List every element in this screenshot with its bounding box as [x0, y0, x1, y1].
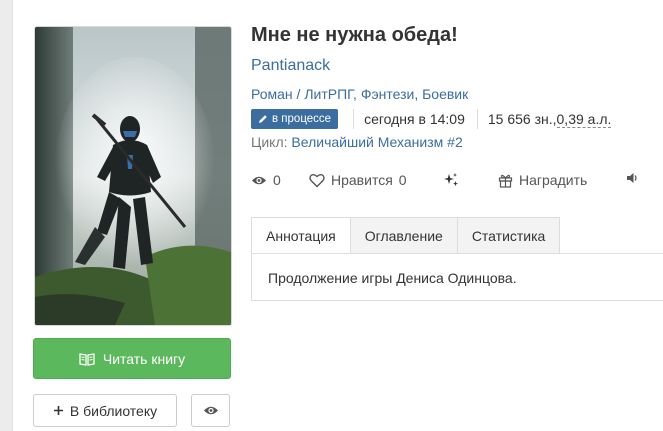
size-chars: 15 656 зн.,	[487, 111, 557, 127]
cycle-link[interactable]: Величайший Механизм	[291, 134, 443, 150]
add-to-library-label: В библиотеку	[69, 402, 158, 419]
like-button[interactable]: Нравится 0	[309, 172, 407, 188]
annotation-text: Продолжение игры Дениса Одинцова.	[268, 270, 517, 286]
open-book-icon	[79, 352, 95, 366]
tab-bar: Аннотация Оглавление Статистика	[251, 217, 561, 254]
info-tabs: Аннотация Оглавление Статистика Продолже…	[251, 217, 663, 301]
author-link[interactable]: Pantianack	[251, 57, 330, 75]
divider	[476, 109, 478, 129]
like-label: Нравится	[331, 172, 393, 188]
status-text: в процессе	[272, 113, 332, 125]
plus-icon	[53, 406, 63, 415]
status-badge: в процессе	[251, 109, 339, 129]
reward-button[interactable]: Наградить	[498, 172, 587, 188]
audio-button[interactable]	[626, 172, 639, 184]
add-to-library-button[interactable]: В библиотеку	[33, 394, 177, 427]
sparkle-button[interactable]	[443, 172, 459, 188]
cycle-label: Цикл:	[251, 134, 288, 150]
divider	[353, 109, 355, 129]
tab-statistics[interactable]: Статистика	[457, 217, 561, 254]
genre-list: Роман / ЛитРПГ, Фэнтези, Боевик	[251, 86, 468, 102]
like-count: 0	[398, 172, 407, 188]
reward-label: Наградить	[519, 172, 588, 188]
eye-icon	[203, 406, 218, 415]
action-bar: 0 Нравится 0 Наградить	[251, 172, 661, 192]
cover-image	[35, 27, 231, 325]
genre-separator: ,	[353, 86, 361, 102]
genre-link[interactable]: Боевик	[422, 86, 468, 102]
book-title: Мне не нужна обеда!	[251, 24, 458, 46]
genre-separator: ,	[414, 86, 423, 102]
pencil-icon	[259, 115, 267, 123]
genre-link[interactable]: ЛитРПГ	[304, 86, 353, 102]
views-count: 0	[273, 172, 281, 188]
book-meta: в процессе сегодня в 14:09 15 656 зн., 0…	[251, 108, 612, 130]
genre-separator: /	[292, 86, 305, 102]
cycle-info: Цикл: Величайший Механизм #2	[251, 134, 463, 150]
eye-icon	[252, 176, 266, 184]
cycle-number: #2	[447, 134, 463, 150]
book-cover[interactable]	[34, 26, 232, 326]
heart-icon	[309, 173, 325, 187]
sparkles-icon	[444, 173, 458, 186]
read-book-button[interactable]: Читать книгу	[33, 338, 231, 379]
tab-contents[interactable]: Оглавление	[350, 217, 458, 254]
genre-link[interactable]: Фэнтези	[361, 86, 415, 102]
views-counter: 0	[251, 172, 281, 188]
updated-time: сегодня в 14:09	[364, 111, 465, 127]
genre-link[interactable]: Роман	[251, 86, 293, 102]
size-author-sheets[interactable]: 0,39 а.л.	[556, 111, 612, 128]
watch-button[interactable]	[191, 394, 230, 427]
speaker-icon	[627, 173, 637, 183]
annotation-panel: Продолжение игры Дениса Одинцова.	[251, 253, 663, 301]
read-book-label: Читать книгу	[102, 350, 186, 367]
gift-icon	[498, 174, 513, 188]
tab-annotation[interactable]: Аннотация	[251, 217, 351, 254]
